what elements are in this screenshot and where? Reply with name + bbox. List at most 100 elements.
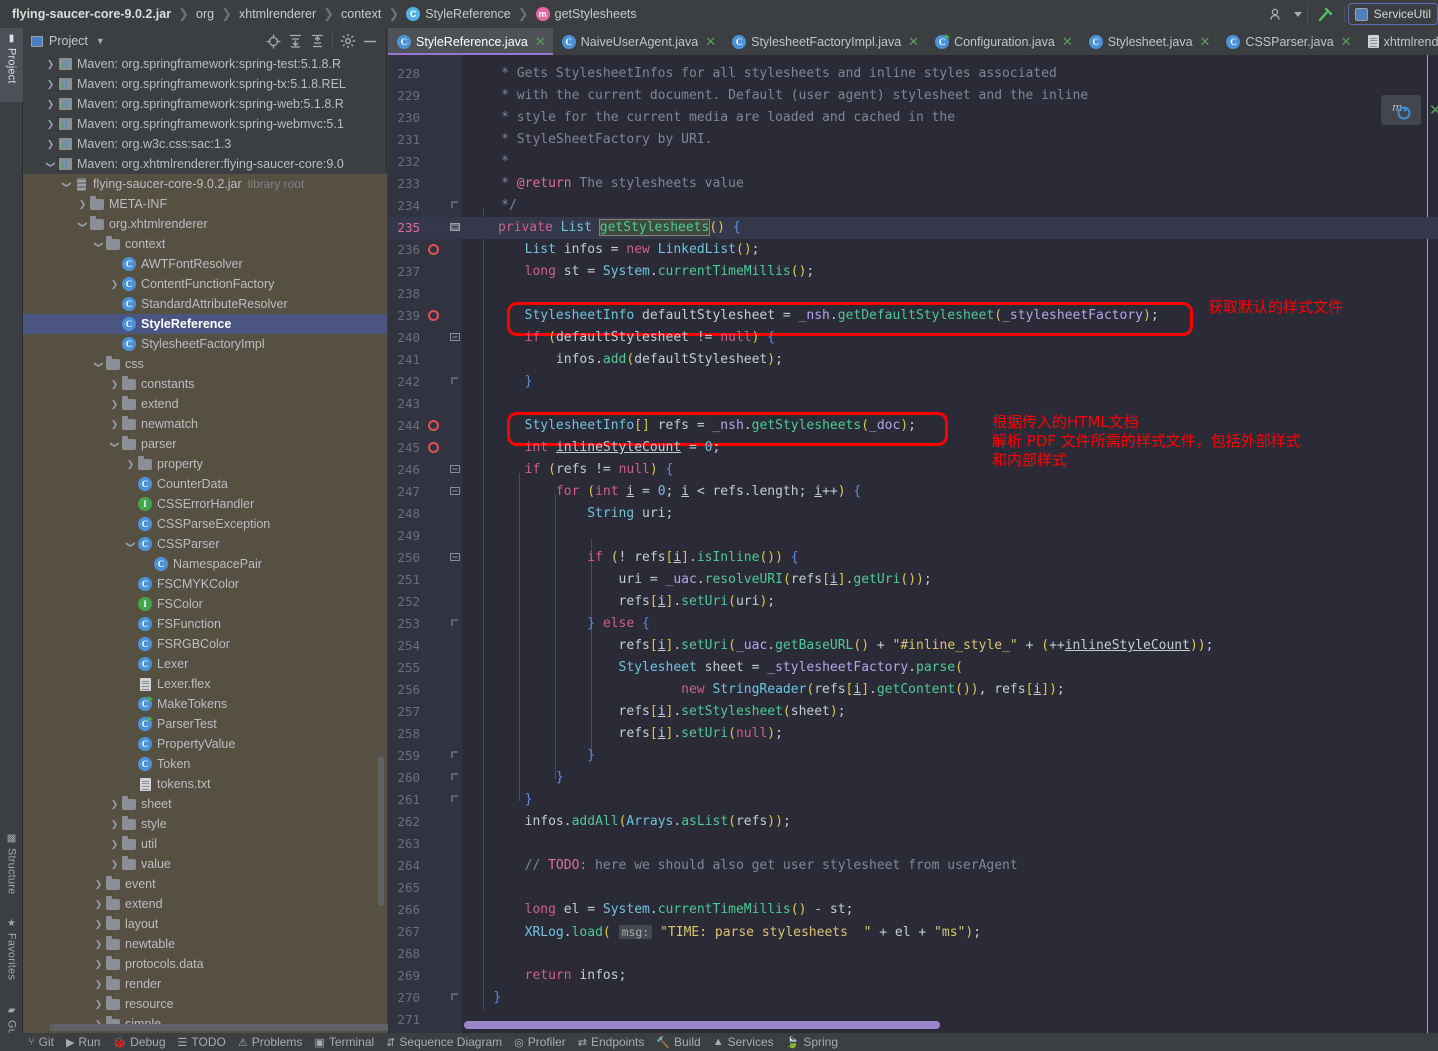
- line-number[interactable]: 262: [388, 811, 420, 833]
- chevron-right-icon[interactable]: ❯: [125, 459, 136, 470]
- line-number[interactable]: 250: [388, 547, 420, 569]
- chevron-right-icon[interactable]: ❯: [93, 879, 104, 890]
- line-number[interactable]: 270: [388, 987, 420, 1009]
- line-number[interactable]: 238: [388, 283, 420, 305]
- breakpoint-marker[interactable]: [428, 310, 439, 321]
- line-number[interactable]: 228: [388, 63, 420, 85]
- line-number[interactable]: 261: [388, 789, 420, 811]
- code-editor[interactable]: m ✕ 228 * Gets StylesheetInfos for all s…: [388, 55, 1438, 1033]
- chevron-right-icon[interactable]: ❯: [77, 199, 88, 210]
- line-number[interactable]: 255: [388, 657, 420, 679]
- line-number[interactable]: 252: [388, 591, 420, 613]
- tree-row[interactable]: ❯extend: [23, 394, 387, 414]
- line-number[interactable]: 243: [388, 393, 420, 415]
- status-bar-item[interactable]: ▶Run: [66, 1035, 112, 1049]
- close-icon[interactable]: ✕: [535, 34, 546, 50]
- line-number[interactable]: 258: [388, 723, 420, 745]
- tree-row[interactable]: ❯property: [23, 454, 387, 474]
- tree-row[interactable]: ICSSErrorHandler: [23, 494, 387, 514]
- chevron-right-icon[interactable]: ❯: [45, 59, 56, 70]
- close-icon[interactable]: ✕: [1341, 34, 1352, 50]
- tree-row[interactable]: CStandardAttributeResolver: [23, 294, 387, 314]
- status-bar-item[interactable]: ▣Terminal: [314, 1035, 386, 1049]
- breadcrumb-item[interactable]: mgetStylesheets: [536, 7, 637, 21]
- editor-tab[interactable]: CStylesheetFactoryImpl.java✕: [723, 28, 926, 55]
- line-number[interactable]: 260: [388, 767, 420, 789]
- chevron-down-icon[interactable]: ❯: [125, 539, 136, 550]
- chevron-right-icon[interactable]: ❯: [109, 839, 120, 850]
- tree-row[interactable]: ❯Maven: org.springframework:spring-web:5…: [23, 94, 387, 114]
- editor-tab[interactable]: CConfiguration.java✕: [926, 28, 1080, 55]
- line-number[interactable]: 269: [388, 965, 420, 987]
- chevron-right-icon[interactable]: ❯: [93, 939, 104, 950]
- tree-row[interactable]: ❯CContentFunctionFactory: [23, 274, 387, 294]
- tree-row[interactable]: CAWTFontResolver: [23, 254, 387, 274]
- tree-row[interactable]: CToken: [23, 754, 387, 774]
- status-bar-item[interactable]: ⇵Sequence Diagram: [386, 1035, 514, 1049]
- tree-row[interactable]: CParserTest: [23, 714, 387, 734]
- tree-row[interactable]: ❯Maven: org.w3c.css:sac:1.3: [23, 134, 387, 154]
- fold-marker[interactable]: [450, 332, 460, 342]
- chevron-right-icon[interactable]: ❯: [93, 959, 104, 970]
- tree-row[interactable]: ❯Maven: org.springframework:spring-test:…: [23, 54, 387, 74]
- line-number[interactable]: 247: [388, 481, 420, 503]
- project-tree-vscrollbar[interactable]: [378, 756, 384, 906]
- sidebar-item-favorites[interactable]: ★ Favorites: [0, 913, 23, 997]
- tree-row[interactable]: ❯constants: [23, 374, 387, 394]
- tree-row[interactable]: Lexer.flex: [23, 674, 387, 694]
- tree-row[interactable]: ❯resource: [23, 994, 387, 1014]
- tree-row[interactable]: ❯org.xhtmlrenderer: [23, 214, 387, 234]
- chevron-right-icon[interactable]: ❯: [109, 799, 120, 810]
- tree-row[interactable]: ❯newtable: [23, 934, 387, 954]
- breakpoint-marker[interactable]: [428, 244, 439, 255]
- sidebar-item-structure[interactable]: ▩ Structure: [0, 828, 23, 910]
- fold-marker[interactable]: [450, 618, 460, 628]
- breadcrumb-item[interactable]: org: [196, 7, 214, 21]
- fold-marker[interactable]: [450, 464, 460, 474]
- chevron-right-icon[interactable]: ❯: [93, 899, 104, 910]
- line-number[interactable]: 265: [388, 877, 420, 899]
- fold-marker[interactable]: [450, 794, 460, 804]
- tree-row[interactable]: ❯render: [23, 974, 387, 994]
- tree-row[interactable]: CNamespacePair: [23, 554, 387, 574]
- editor-tab[interactable]: CStylesheet.java✕: [1080, 28, 1218, 55]
- chevron-right-icon[interactable]: ❯: [45, 119, 56, 130]
- status-bar-item[interactable]: ▲Services: [713, 1035, 786, 1049]
- chevron-right-icon[interactable]: ❯: [45, 99, 56, 110]
- line-number[interactable]: 245: [388, 437, 420, 459]
- locate-icon[interactable]: [263, 31, 283, 51]
- line-number[interactable]: 234: [388, 195, 420, 217]
- chevron-right-icon[interactable]: ❯: [45, 79, 56, 90]
- fold-marker[interactable]: [450, 486, 460, 496]
- tree-row[interactable]: ❯value: [23, 854, 387, 874]
- breadcrumb-item[interactable]: xhtmlrenderer: [239, 7, 316, 21]
- line-number[interactable]: 266: [388, 899, 420, 921]
- fold-marker[interactable]: [450, 552, 460, 562]
- chevron-right-icon[interactable]: ❯: [93, 919, 104, 930]
- project-tree[interactable]: ❯Maven: org.springframework:spring-test:…: [23, 54, 387, 1033]
- line-number[interactable]: 251: [388, 569, 420, 591]
- fold-marker[interactable]: [450, 376, 460, 386]
- gear-icon[interactable]: [338, 31, 358, 51]
- chevron-right-icon[interactable]: ❯: [93, 979, 104, 990]
- tree-row[interactable]: ❯META-INF: [23, 194, 387, 214]
- chevron-right-icon[interactable]: ❯: [109, 279, 120, 290]
- hide-panel-icon[interactable]: [360, 31, 380, 51]
- chevron-down-icon[interactable]: ❯: [77, 219, 88, 230]
- chevron-right-icon[interactable]: ❯: [109, 819, 120, 830]
- chevron-down-icon[interactable]: ❯: [93, 359, 104, 370]
- breadcrumb-item[interactable]: context: [341, 7, 381, 21]
- tree-row[interactable]: ❯Maven: org.springframework:spring-webmv…: [23, 114, 387, 134]
- tree-row[interactable]: ❯extend: [23, 894, 387, 914]
- fold-marker[interactable]: [450, 222, 460, 232]
- line-number[interactable]: 232: [388, 151, 420, 173]
- line-number[interactable]: 237: [388, 261, 420, 283]
- tree-row[interactable]: CCounterData: [23, 474, 387, 494]
- tree-row[interactable]: IFSColor: [23, 594, 387, 614]
- line-number[interactable]: 253: [388, 613, 420, 635]
- breadcrumb-item[interactable]: flying-saucer-core-9.0.2.jar: [12, 7, 171, 21]
- close-icon[interactable]: ✕: [908, 34, 919, 50]
- line-number[interactable]: 263: [388, 833, 420, 855]
- close-icon[interactable]: ✕: [1062, 34, 1073, 50]
- line-number[interactable]: 242: [388, 371, 420, 393]
